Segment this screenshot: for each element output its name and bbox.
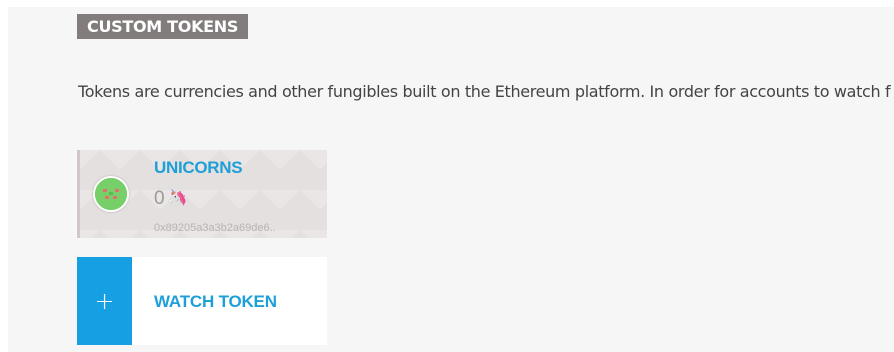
section-description: Tokens are currencies and other fungible…	[78, 82, 891, 101]
token-identicon-icon	[93, 176, 129, 212]
section-title: CUSTOM TOKENS	[77, 14, 249, 39]
custom-tokens-page: CUSTOM TOKENS Tokens are currencies and …	[8, 7, 894, 352]
watch-token-button[interactable]: + WATCH TOKEN	[77, 257, 327, 345]
token-name: UNICORNS	[154, 158, 243, 177]
plus-icon: +	[77, 257, 132, 345]
token-card-unicorns[interactable]: UNICORNS 0 🦄 0x89205a3a3b2a69de6..	[77, 150, 327, 238]
token-address: 0x89205a3a3b2a69de6..	[154, 222, 276, 234]
token-balance-value: 0	[154, 188, 165, 209]
unicorn-icon: 🦄	[167, 190, 188, 207]
token-balance: 0 🦄	[154, 188, 188, 210]
watch-token-label: WATCH TOKEN	[154, 292, 277, 311]
